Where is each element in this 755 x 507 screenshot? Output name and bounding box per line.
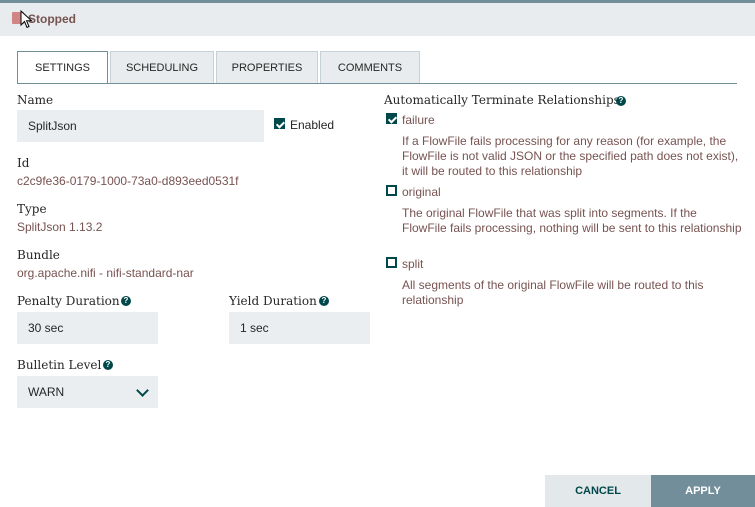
relationships-help-icon[interactable]: ? xyxy=(616,96,626,106)
yield-help-icon[interactable]: ? xyxy=(319,296,329,306)
original-name: original xyxy=(402,185,441,199)
tab-scheduling[interactable]: SCHEDULING xyxy=(110,51,214,83)
name-label: Name xyxy=(17,93,54,107)
yield-duration-input[interactable]: 1 sec xyxy=(229,312,370,344)
tab-comments[interactable]: COMMENTS xyxy=(320,51,420,83)
status-text: Stopped xyxy=(28,12,76,26)
dialog-header: Stopped xyxy=(0,3,755,36)
cancel-button[interactable]: CANCEL xyxy=(545,475,651,507)
relationships-title: Automatically Terminate Relationships xyxy=(384,93,620,107)
tab-underline xyxy=(17,83,737,84)
failure-checkbox[interactable] xyxy=(386,113,397,124)
type-label: Type xyxy=(17,202,47,216)
mouse-cursor-icon xyxy=(20,10,33,29)
split-checkbox[interactable] xyxy=(386,257,397,268)
split-name: split xyxy=(402,257,424,271)
bundle-label: Bundle xyxy=(17,248,60,262)
enabled-label: Enabled xyxy=(290,118,335,132)
penalty-help-icon[interactable]: ? xyxy=(121,296,131,306)
type-value: SplitJson 1.13.2 xyxy=(17,220,103,234)
split-description: All segments of the original FlowFile wi… xyxy=(402,278,704,307)
original-description: The original FlowFile that was split int… xyxy=(402,206,742,235)
original-checkbox[interactable] xyxy=(386,185,397,196)
apply-button[interactable]: APPLY xyxy=(651,475,755,507)
bulletin-level-label: Bulletin Level xyxy=(17,358,102,372)
penalty-duration-label: Penalty Duration xyxy=(17,294,120,308)
id-label: Id xyxy=(17,156,30,170)
yield-duration-label: Yield Duration xyxy=(229,294,317,308)
bulletin-help-icon[interactable]: ? xyxy=(103,360,113,370)
tab-settings[interactable]: SETTINGS xyxy=(17,51,108,84)
failure-description: If a FlowFile fails processing for any r… xyxy=(402,134,739,178)
tab-properties[interactable]: PROPERTIES xyxy=(216,51,318,83)
enabled-checkbox[interactable] xyxy=(274,118,285,129)
id-value: c2c9fe36-0179-1000-73a0-d893eed0531f xyxy=(17,174,239,188)
failure-name: failure xyxy=(402,113,435,127)
bundle-value: org.apache.nifi - nifi-standard-nar xyxy=(17,266,194,280)
name-input[interactable]: SplitJson xyxy=(17,110,264,142)
penalty-duration-input[interactable]: 30 sec xyxy=(17,312,158,344)
